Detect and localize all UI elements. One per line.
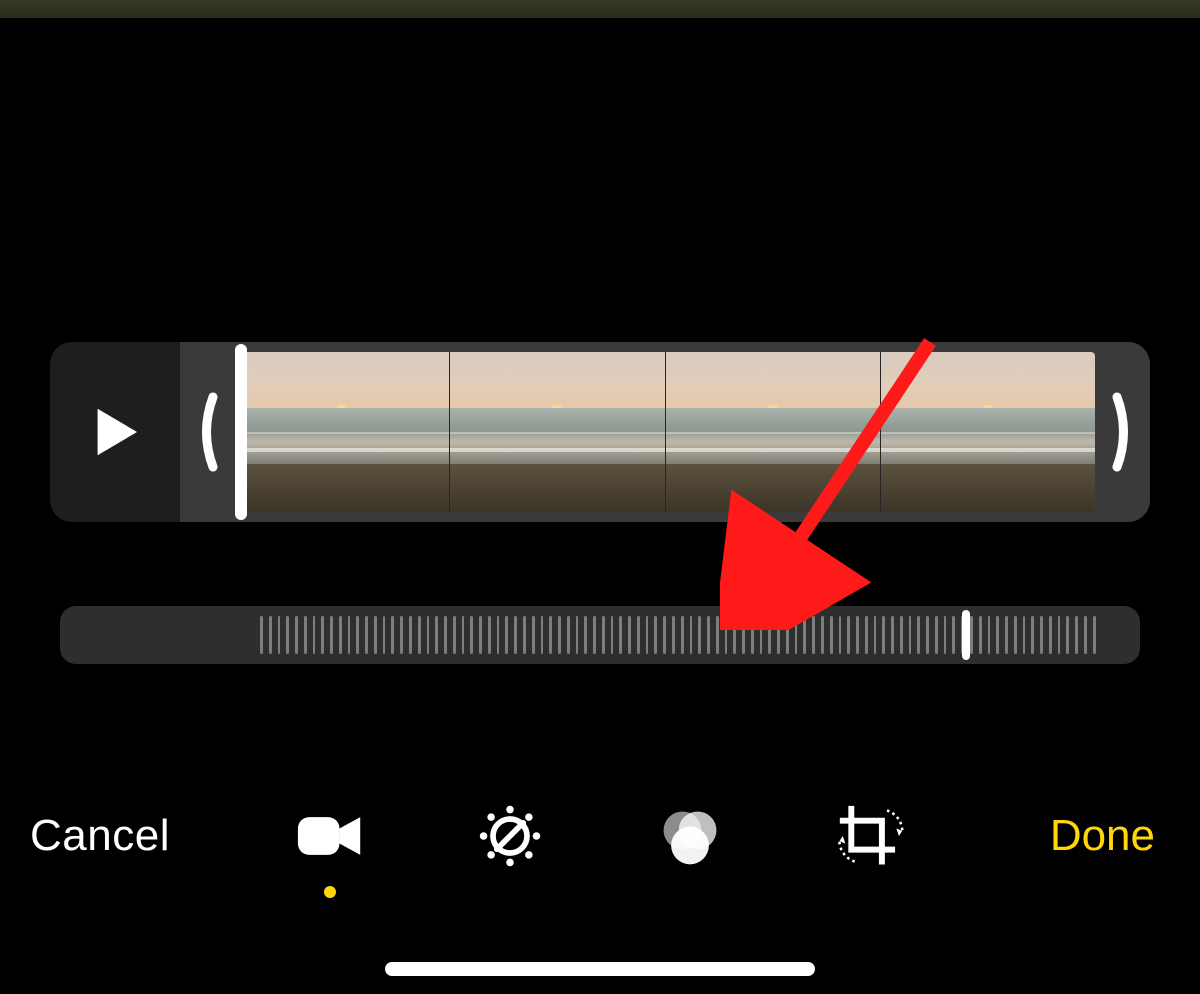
crop-rotate-icon: [836, 802, 904, 870]
video-timeline: [50, 342, 1150, 522]
slider-thumb[interactable]: [962, 610, 970, 660]
edit-tabs: [290, 796, 910, 876]
video-icon: [296, 802, 364, 870]
selected-indicator: [324, 886, 336, 898]
trim-handle-left[interactable]: [186, 348, 226, 516]
home-indicator[interactable]: [385, 962, 815, 976]
video-preview-strip: [0, 0, 1200, 20]
tab-filters[interactable]: [650, 796, 730, 876]
play-icon: [86, 403, 144, 461]
tab-video[interactable]: [290, 796, 370, 876]
timeline-frame: [665, 352, 880, 512]
filters-icon: [656, 802, 724, 870]
bottom-toolbar: Cancel: [0, 776, 1200, 896]
tab-crop[interactable]: [830, 796, 910, 876]
timeline-frame: [880, 352, 1095, 512]
adjust-icon: [476, 802, 544, 870]
cancel-button[interactable]: Cancel: [30, 811, 170, 861]
timeline-frame: [235, 352, 449, 512]
speed-slider[interactable]: [60, 606, 1140, 664]
timeline-frame: [449, 352, 664, 512]
play-button[interactable]: [50, 342, 180, 522]
chevron-right-icon: [1112, 387, 1136, 477]
trim-handle-right[interactable]: [1104, 348, 1144, 516]
tab-adjust[interactable]: [470, 796, 550, 876]
done-button[interactable]: Done: [1050, 811, 1155, 861]
timeline-frames: [235, 352, 1095, 512]
trim-area[interactable]: [180, 342, 1150, 522]
playhead[interactable]: [235, 344, 247, 520]
chevron-left-icon: [194, 387, 218, 477]
